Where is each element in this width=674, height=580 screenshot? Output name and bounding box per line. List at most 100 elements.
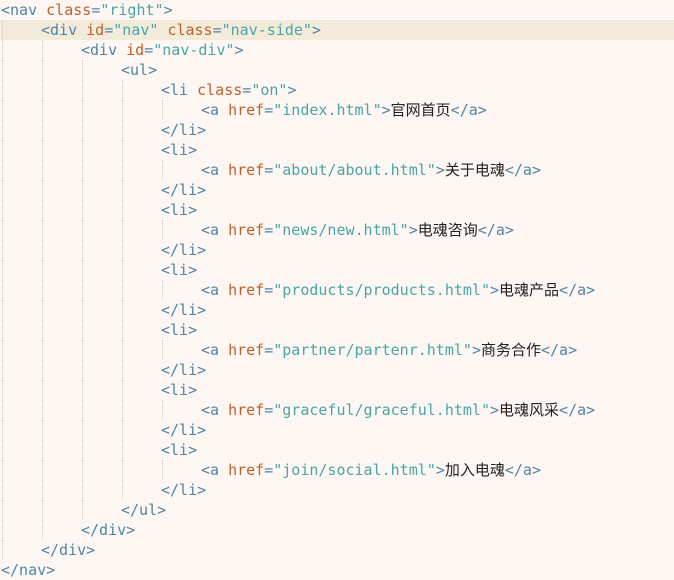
code-token-txt: 电魂风采	[499, 401, 560, 419]
code-editor[interactable]: <nav class="right"> <div id="nav" class="…	[0, 0, 674, 579]
code-token-tag: >	[287, 81, 297, 99]
code-text: <li>	[161, 380, 197, 400]
indent-guide	[82, 60, 83, 80]
code-token-tag: <div	[41, 21, 87, 39]
indent-guide	[82, 220, 83, 240]
code-token-tag: <nav	[1, 1, 47, 19]
code-token-tag: <a	[201, 401, 229, 419]
code-line[interactable]: <div id="nav-div">	[0, 40, 674, 60]
indent-guide	[2, 500, 3, 520]
code-line[interactable]: <a href="about/about.html">关于电魂</a>	[0, 160, 674, 180]
code-token-tag: </div>	[81, 521, 136, 539]
indent-guide	[2, 100, 3, 120]
code-line[interactable]: </div>	[0, 520, 674, 540]
indent-guide	[42, 500, 43, 520]
code-token-attr: href	[228, 101, 265, 119]
code-token-val: "partner/partenr.html"	[273, 341, 472, 359]
indent-guide	[42, 220, 43, 240]
code-token-attr: id	[86, 21, 105, 39]
code-token-tag: </li>	[161, 121, 207, 139]
code-token-tag: =	[242, 81, 252, 99]
code-line[interactable]: <li class="on">	[0, 80, 674, 100]
indent-guide	[82, 260, 83, 280]
indent-guide	[42, 180, 43, 200]
indent-guide	[122, 320, 123, 340]
code-line[interactable]: </li>	[0, 300, 674, 320]
code-line[interactable]: <a href="join/social.html">加入电魂</a>	[0, 460, 674, 480]
indent-guide	[122, 160, 123, 180]
code-line[interactable]: <li>	[0, 200, 674, 220]
code-line[interactable]: </li>	[0, 420, 674, 440]
code-token-tag: <a	[201, 461, 229, 479]
code-line[interactable]: <a href="index.html">官网首页</a>	[0, 100, 674, 120]
code-token-tag: =	[264, 281, 274, 299]
code-line[interactable]: </ul>	[0, 500, 674, 520]
code-text: <a href="graceful/graceful.html">电魂风采</a…	[201, 400, 595, 420]
indent-guide	[42, 520, 43, 540]
code-token-txt: 电魂咨询	[417, 221, 478, 239]
code-token-tag: </a>	[504, 461, 541, 479]
code-line[interactable]: <a href="products/products.html">电魂产品</a…	[0, 280, 674, 300]
code-line[interactable]: <a href="partner/partenr.html">商务合作</a>	[0, 340, 674, 360]
code-line[interactable]: <li>	[0, 440, 674, 460]
indent-guide	[2, 40, 3, 60]
code-text: <a href="products/products.html">电魂产品</a…	[201, 280, 595, 300]
code-line[interactable]: <ul>	[0, 60, 674, 80]
indent-guide	[122, 260, 123, 280]
code-line[interactable]: </li>	[0, 240, 674, 260]
code-text: </ul>	[121, 500, 166, 520]
code-token-txt: 商务合作	[480, 341, 541, 359]
code-line[interactable]: <a href="news/new.html">电魂咨询</a>	[0, 220, 674, 240]
code-line[interactable]: <nav class="right">	[0, 0, 674, 20]
indent-guide	[42, 200, 43, 220]
code-line[interactable]: <li>	[0, 140, 674, 160]
code-token-tag: </div>	[41, 541, 96, 559]
indent-guide	[122, 400, 123, 420]
code-token-val: "nav"	[113, 21, 159, 39]
indent-guide	[82, 340, 83, 360]
code-token-val: "news/new.html"	[273, 221, 409, 239]
code-token-tag: <li>	[161, 141, 198, 159]
indent-guide	[82, 380, 83, 400]
indent-guide	[2, 180, 3, 200]
indent-guide	[2, 460, 3, 480]
code-token-attr: class	[167, 21, 213, 39]
indent-guide	[2, 120, 3, 140]
indent-guide	[2, 520, 3, 540]
code-token-tag: <a	[201, 281, 229, 299]
indent-guide	[122, 340, 123, 360]
code-line[interactable]: </li>	[0, 180, 674, 200]
code-token-tag: </a>	[504, 161, 541, 179]
indent-guide	[42, 380, 43, 400]
code-line[interactable]: <a href="graceful/graceful.html">电魂风采</a…	[0, 400, 674, 420]
code-token-tag: </li>	[161, 481, 207, 499]
indent-guide	[122, 360, 123, 380]
indent-guide	[162, 400, 163, 420]
code-token-tag: </a>	[559, 401, 596, 419]
code-line[interactable]: </nav>	[0, 560, 674, 580]
code-line[interactable]: <div id="nav" class="nav-side">	[0, 20, 674, 40]
code-token-tag: </li>	[161, 241, 207, 259]
code-text: </li>	[161, 180, 206, 200]
code-text: <a href="about/about.html">关于电魂</a>	[201, 160, 541, 180]
code-token-tag: <a	[201, 101, 229, 119]
code-text: </div>	[81, 520, 135, 540]
code-line[interactable]: <li>	[0, 320, 674, 340]
code-text: <li>	[161, 140, 197, 160]
indent-guide	[2, 160, 3, 180]
code-token-tag: >	[435, 161, 445, 179]
code-line[interactable]: </div>	[0, 540, 674, 560]
indent-guide	[122, 120, 123, 140]
code-token-attr: href	[228, 221, 265, 239]
code-line[interactable]: <li>	[0, 260, 674, 280]
code-line[interactable]: </li>	[0, 120, 674, 140]
indent-guide	[2, 320, 3, 340]
code-line[interactable]: </li>	[0, 360, 674, 380]
code-line[interactable]: </li>	[0, 480, 674, 500]
indent-guide	[82, 500, 83, 520]
code-line[interactable]: <li>	[0, 380, 674, 400]
code-token-txt: 电魂产品	[499, 281, 560, 299]
code-token-tag: =	[91, 1, 101, 19]
indent-guide	[82, 140, 83, 160]
code-token-tag: =	[104, 21, 114, 39]
